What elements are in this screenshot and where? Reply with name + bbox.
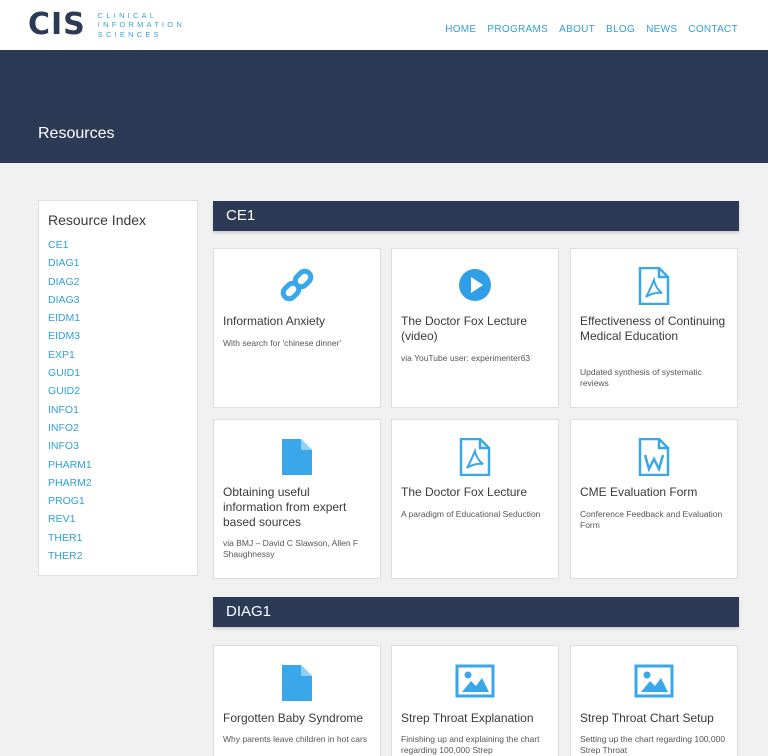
logo-text: CLINICAL INFORMATION SCIENCES	[98, 11, 185, 40]
nav-home-link[interactable]: HOME	[445, 24, 476, 35]
card-title: Strep Throat Explanation	[401, 711, 534, 725]
index-link-diag2[interactable]: DIAG2	[48, 273, 188, 291]
index-link-ther1[interactable]: THER1	[48, 529, 188, 547]
logo-mark: CIS	[28, 7, 86, 42]
file-icon	[214, 664, 380, 701]
link-icon	[214, 267, 380, 303]
logo-line-3: SCIENCES	[97, 29, 162, 39]
resource-card[interactable]: Strep Throat Chart Setup Setting up the …	[570, 645, 738, 756]
card-title: Effectiveness of Continuing Medical Educ…	[580, 314, 726, 343]
resource-card[interactable]: The Doctor Fox Lecture A paradigm of Edu…	[391, 419, 559, 579]
section-header-ce1: CE1	[213, 201, 739, 231]
word-icon	[571, 438, 737, 476]
image-icon	[571, 664, 737, 700]
card-title: Forgotten Baby Syndrome	[223, 711, 364, 725]
logo-line-2: INFORMATION	[97, 20, 185, 30]
index-link-exp1[interactable]: EXP1	[48, 346, 188, 364]
resource-card[interactable]: The Doctor Fox Lecture (video) via YouTu…	[391, 248, 559, 408]
card-subtitle: via BMJ – David C Slawson, Allen F Shaug…	[223, 538, 359, 559]
index-link-guid2[interactable]: GUID2	[48, 382, 188, 400]
index-link-pharm2[interactable]: PHARM2	[48, 474, 188, 492]
pdf-icon	[571, 267, 737, 305]
main-nav: HOME PROGRAMS ABOUT BLOG NEWS CONTACT	[445, 24, 738, 35]
index-link-info3[interactable]: INFO3	[48, 437, 188, 455]
index-link-ce1[interactable]: CE1	[48, 236, 188, 254]
index-link-guid1[interactable]: GUID1	[48, 364, 188, 382]
index-link-ther2[interactable]: THER2	[48, 547, 188, 565]
index-link-info2[interactable]: INFO2	[48, 419, 188, 437]
sidebar-title: Resource Index	[48, 212, 147, 228]
card-subtitle: via YouTube user: experimenter63	[401, 353, 531, 363]
resource-index-list: CE1 DIAG1 DIAG2 DIAG3 EIDM1 EIDM3 EXP1 G…	[48, 236, 188, 565]
index-link-info1[interactable]: INFO1	[48, 401, 188, 419]
card-subtitle: Finishing up and explaining the chart re…	[401, 734, 540, 755]
resource-card[interactable]: Forgotten Baby Syndrome Why parents leav…	[213, 645, 381, 756]
card-subtitle: With search for 'chinese dinner'	[223, 338, 342, 348]
nav-blog-link[interactable]: BLOG	[606, 24, 635, 35]
card-subtitle: Why parents leave children in hot cars	[223, 734, 368, 744]
index-link-rev1[interactable]: REV1	[48, 510, 188, 528]
section-header-diag1: DIAG1	[213, 597, 739, 627]
index-link-eidm3[interactable]: EIDM3	[48, 327, 188, 345]
nav-contact-link[interactable]: CONTACT	[688, 24, 738, 35]
file-icon	[214, 438, 380, 475]
resource-card[interactable]: Effectiveness of Continuing Medical Educ…	[570, 248, 738, 408]
resource-card[interactable]: Information Anxiety With search for 'chi…	[213, 248, 381, 408]
index-link-pharm1[interactable]: PHARM1	[48, 456, 188, 474]
nav-about-link[interactable]: ABOUT	[559, 24, 595, 35]
resource-card[interactable]: CME Evaluation Form Conference Feedback …	[570, 419, 738, 579]
card-subtitle: A paradigm of Educational Seduction	[401, 509, 541, 519]
resource-card[interactable]: Obtaining useful information from expert…	[213, 419, 381, 579]
logo-line-1: CLINICAL	[97, 10, 158, 20]
index-link-eidm1[interactable]: EIDM1	[48, 309, 188, 327]
nav-programs-link[interactable]: PROGRAMS	[487, 24, 548, 35]
card-subtitle: Updated synthesis of systematic reviews	[580, 367, 702, 388]
card-title: Obtaining useful information from expert…	[223, 485, 347, 529]
nav-news-link[interactable]: NEWS	[646, 24, 677, 35]
card-title: The Doctor Fox Lecture	[401, 485, 528, 499]
play-icon	[392, 267, 558, 303]
site-logo[interactable]: CIS CLINICAL INFORMATION SCIENCES	[28, 8, 185, 42]
card-title: Strep Throat Chart Setup	[580, 711, 714, 725]
card-subtitle: Conference Feedback and Evaluation Form	[580, 509, 723, 530]
page-banner: Resources	[0, 50, 768, 163]
resource-card[interactable]: Strep Throat Explanation Finishing up an…	[391, 645, 559, 756]
index-link-diag3[interactable]: DIAG3	[48, 291, 188, 309]
card-title: CME Evaluation Form	[580, 485, 698, 499]
index-link-prog1[interactable]: PROG1	[48, 492, 188, 510]
page-title: Resources	[38, 125, 115, 142]
card-title: Information Anxiety	[223, 314, 326, 328]
pdf-icon	[392, 438, 558, 476]
top-navbar: CIS CLINICAL INFORMATION SCIENCES HOME P…	[0, 0, 768, 50]
card-title: The Doctor Fox Lecture (video)	[401, 314, 528, 343]
resource-index-sidebar: Resource Index CE1 DIAG1 DIAG2 DIAG3 EID…	[38, 200, 198, 576]
card-subtitle: Setting up the chart regarding 100,000 S…	[580, 734, 726, 755]
index-link-diag1[interactable]: DIAG1	[48, 254, 188, 272]
image-icon	[392, 664, 558, 700]
